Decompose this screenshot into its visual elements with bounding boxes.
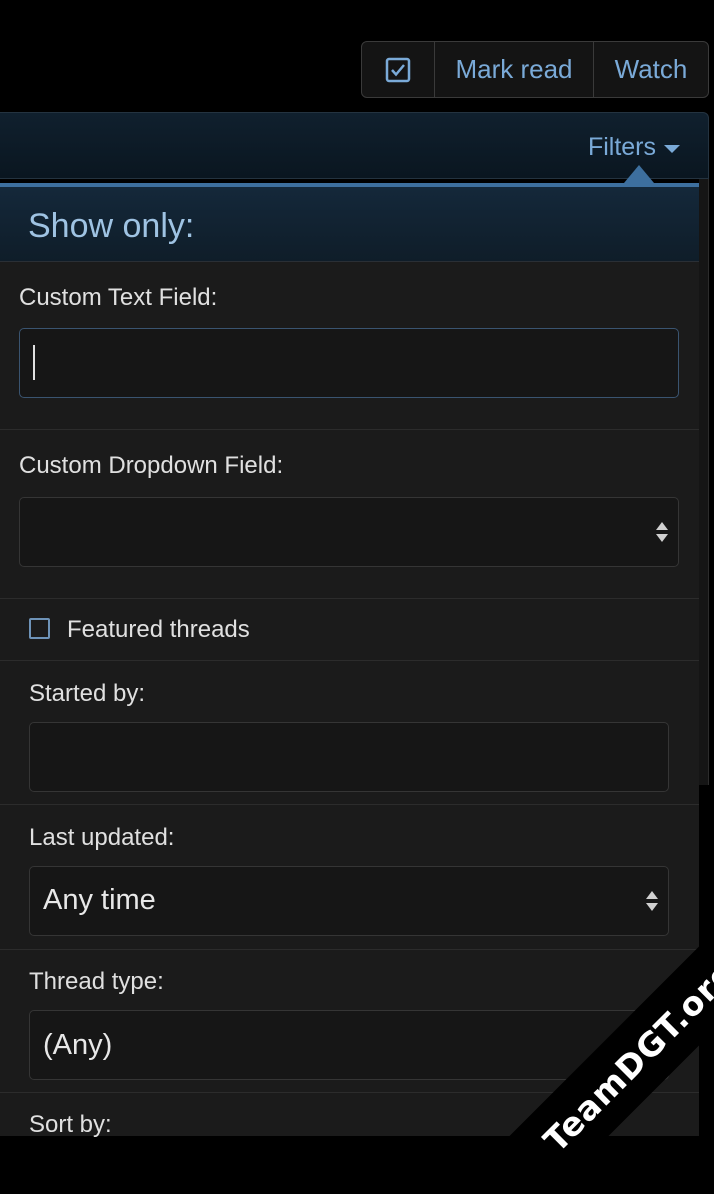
caret-down-icon — [664, 145, 680, 153]
thread-type-label: Thread type: — [29, 968, 164, 995]
select-arrows-icon — [646, 891, 658, 911]
custom-dropdown-field-row: Custom Dropdown Field: — [0, 430, 699, 599]
sort-by-label: Sort by: — [29, 1111, 112, 1138]
checkbox-icon — [385, 57, 411, 82]
custom-dropdown-field-select[interactable] — [19, 497, 679, 567]
filters-label: Filters — [587, 133, 656, 161]
watch-button[interactable]: Watch — [594, 42, 708, 97]
started-by-input[interactable] — [29, 722, 669, 792]
filters-menu: Show only: Custom Text Field: Custom Dro… — [0, 183, 699, 1138]
list-edge — [699, 179, 709, 785]
filters-button[interactable]: Filters — [588, 133, 680, 162]
custom-text-field-label: Custom Text Field: — [19, 284, 218, 311]
featured-threads-row[interactable]: Featured threads — [0, 599, 699, 661]
custom-text-field-input[interactable] — [19, 328, 679, 398]
menu-pointer-arrow — [624, 165, 654, 183]
custom-text-field-row: Custom Text Field: — [0, 262, 699, 430]
custom-dropdown-field-label: Custom Dropdown Field: — [19, 452, 284, 479]
menu-title: Show only: — [0, 187, 699, 262]
last-updated-select[interactable]: Any time — [29, 866, 669, 936]
thread-type-value: (Any) — [43, 1029, 113, 1061]
last-updated-label: Last updated: — [29, 824, 175, 851]
featured-threads-label: Featured threads — [67, 616, 250, 643]
mark-read-button[interactable]: Mark read — [435, 42, 594, 97]
thread-type-select[interactable]: (Any) — [29, 1010, 669, 1080]
select-threads-button[interactable] — [362, 42, 435, 97]
select-arrows-icon — [656, 522, 668, 542]
last-updated-row: Last updated: Any time — [0, 805, 699, 950]
featured-threads-checkbox[interactable] — [29, 618, 50, 639]
filter-bar: Filters — [0, 112, 709, 179]
text-cursor — [33, 345, 35, 380]
started-by-label: Started by: — [29, 680, 146, 707]
thread-actions-toolbar: Mark read Watch — [361, 41, 709, 98]
started-by-row: Started by: — [0, 661, 699, 805]
last-updated-value: Any time — [43, 884, 156, 916]
